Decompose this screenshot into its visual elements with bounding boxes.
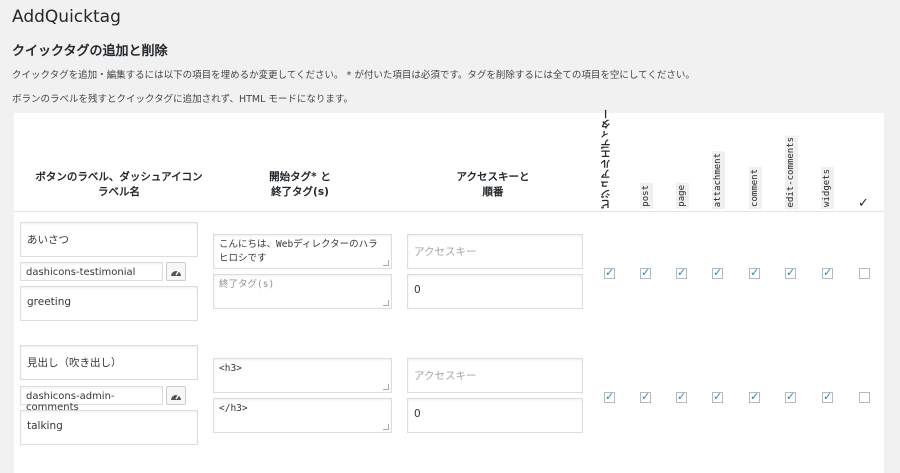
dashicon-picker-icon[interactable] [166, 262, 186, 281]
checkbox-edit-comments[interactable] [785, 390, 796, 403]
access-key-input[interactable]: アクセスキー [407, 358, 583, 393]
select-all-checkmark-icon[interactable]: ✓ [858, 196, 869, 211]
header-access-line2: 順番 [482, 186, 504, 198]
header-post: post [640, 183, 653, 209]
checkbox-comment[interactable] [749, 390, 760, 403]
checkbox-visual-editor[interactable] [604, 266, 615, 279]
dashicon-input[interactable]: dashicons-testimonial [20, 262, 163, 281]
dashboard-gauge-icon [171, 394, 181, 400]
header-access-line1: アクセスキーと [456, 171, 530, 183]
dashicon-input[interactable]: dashicons-admin-comments [20, 386, 163, 413]
checkbox-post[interactable] [640, 390, 651, 403]
button-label-input[interactable]: 見出し（吹き出し） [20, 345, 198, 380]
checkbox-comment[interactable] [749, 266, 760, 279]
header-comment: comment [749, 167, 762, 209]
button-label-input[interactable]: あいさつ [20, 222, 198, 257]
description-text: クイックタグを追加・編集するには以下の項目を埋めるか変更してください。 * が付… [12, 70, 695, 81]
header-button-label-line2: ラベル名 [98, 186, 140, 198]
end-tag-textarea[interactable]: </h3> [213, 398, 392, 433]
header-tags: 開始タグ* と 終了タグ(s) [215, 170, 385, 200]
checkbox-page[interactable] [676, 390, 687, 403]
checkbox-edit-comments[interactable] [785, 266, 796, 279]
access-key-input[interactable]: アクセスキー [407, 234, 583, 269]
checkbox-visual-editor[interactable] [604, 390, 615, 403]
header-divider [14, 211, 884, 212]
header-tags-line1: 開始タグ* と [269, 171, 331, 183]
checkbox-attachment[interactable] [712, 390, 723, 403]
checkbox-page[interactable] [676, 266, 687, 279]
start-tag-textarea[interactable]: こんにちは、Webディレクターのハラヒロシです [213, 234, 392, 269]
title-input[interactable]: talking [20, 410, 198, 445]
header-access-key: アクセスキーと 順番 [408, 170, 578, 200]
header-widgets: widgets [821, 167, 834, 209]
header-visual-editor: ビジュアルエディター [602, 109, 613, 209]
checkbox-widgets[interactable] [822, 390, 833, 403]
dashboard-gauge-icon [171, 270, 181, 276]
order-input[interactable]: 0 [407, 274, 583, 309]
header-page: page [676, 183, 689, 209]
dashicon-picker-icon[interactable] [166, 386, 186, 405]
start-tag-textarea[interactable]: <h3> [213, 358, 392, 393]
order-input[interactable]: 0 [407, 398, 583, 433]
header-button-label: ボタンのラベル、ダッシュアイコン ラベル名 [14, 170, 224, 200]
page-title: AddQuicktag [12, 7, 121, 27]
checkbox-post[interactable] [640, 266, 651, 279]
header-tags-line2: 終了タグ(s) [271, 186, 329, 198]
checkbox-widgets[interactable] [822, 266, 833, 279]
checkbox-select-row[interactable] [859, 268, 870, 279]
section-title: クイックタグの追加と削除 [12, 44, 168, 59]
checkbox-attachment[interactable] [712, 266, 723, 279]
end-tag-textarea[interactable]: 終了タグ(s) [213, 274, 392, 309]
checkbox-select-row[interactable] [859, 392, 870, 403]
header-edit-comments: edit-comments [785, 134, 798, 209]
header-button-label-line1: ボタンのラベル、ダッシュアイコン [35, 171, 203, 183]
header-attachment: attachment [712, 150, 725, 209]
title-input[interactable]: greeting [20, 286, 198, 321]
description-text-html-mode: ボランのラベルを残すとクイックタグに追加されず、HTML モードになります。 [12, 94, 353, 105]
